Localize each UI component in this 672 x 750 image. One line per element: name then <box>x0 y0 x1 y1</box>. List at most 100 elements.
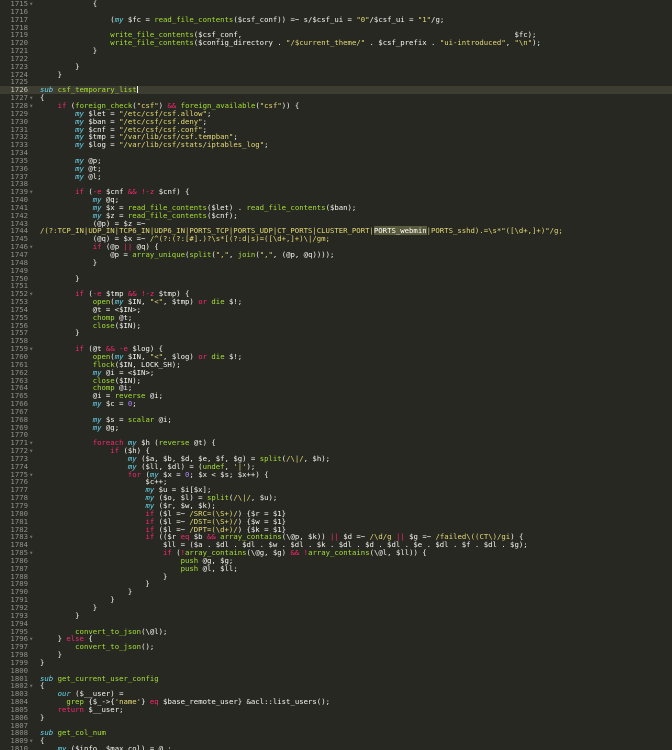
code-line[interactable] <box>40 149 672 157</box>
fold-arrow-icon[interactable]: ▾ <box>29 549 33 557</box>
code-token: ($csf_conf)) =~ s/$csf_ui = <box>233 14 357 24</box>
code-line[interactable]: } <box>40 588 672 596</box>
code-token: } <box>40 69 62 79</box>
code-line[interactable]: } <box>40 258 672 267</box>
code-token: split <box>189 250 212 259</box>
code-line[interactable]: { <box>40 0 672 8</box>
code-token: && <box>127 187 137 197</box>
fold-arrow-icon[interactable]: ▾ <box>29 290 33 298</box>
code-token: or <box>198 297 207 307</box>
code-line[interactable]: } <box>40 580 672 588</box>
code-line[interactable]: my $s = scalar @i; <box>40 414 672 424</box>
code-token: ($ban); <box>325 202 357 212</box>
code-line[interactable]: (my $fc = read_file_contents($csf_conf))… <box>40 14 672 24</box>
current-code-line[interactable]: sub csf_temporary_list <box>40 85 672 95</box>
code-line[interactable]: write_file_contents($config_directory . … <box>40 39 672 47</box>
code-token: @i; <box>145 391 164 401</box>
code-token: ($cnf); <box>206 210 238 220</box>
code-line[interactable]: sub get_col_num <box>40 729 672 737</box>
code-line[interactable]: return $__user; <box>40 706 672 714</box>
code-line[interactable]: convert_to_json(\@l); <box>40 627 672 636</box>
code-token: push <box>180 563 199 573</box>
fold-arrow-icon[interactable]: ▾ <box>29 447 33 455</box>
code-line[interactable]: my @l; <box>40 172 672 181</box>
code-line[interactable] <box>40 55 672 63</box>
code-token: $base_remote_user} &acl::list_users(); <box>158 697 330 707</box>
code-line[interactable]: close($IN); <box>40 320 672 330</box>
code-line[interactable]: @p = array_unique(split(",", join(",", (… <box>40 251 672 259</box>
code-line[interactable]: my $log = "/var/lib/csf/stats/iptables_l… <box>40 141 672 149</box>
code-line[interactable]: my @t; <box>40 164 672 173</box>
code-line[interactable]: } <box>40 611 672 620</box>
code-token: @t) { <box>189 438 216 448</box>
code-line[interactable]: my @p; <box>40 156 672 165</box>
fold-arrow-icon[interactable]: ▾ <box>29 470 33 479</box>
code-token: read_file_contents <box>246 202 326 212</box>
code-area[interactable]: { (my $fc = read_file_contents($csf_conf… <box>40 0 672 750</box>
code-line[interactable]: } <box>40 712 672 722</box>
line-number-text: 1810 <box>10 744 28 750</box>
code-token: write_file_contents <box>110 38 194 48</box>
line-number: 1810 <box>0 745 40 750</box>
code-line[interactable]: } <box>40 604 672 612</box>
code-line[interactable]: } <box>40 329 672 337</box>
code-token: !-z <box>141 187 155 197</box>
code-editor[interactable]: 1715 ▾ 1716 1717 1718 1719 1720 1721 1722 1723 172… <box>0 0 672 750</box>
fold-arrow-icon[interactable]: ▾ <box>29 345 33 353</box>
code-line[interactable]: { <box>40 682 672 690</box>
code-line[interactable]: @t = <$IN>; <box>40 305 672 314</box>
code-token: $!; <box>224 297 243 307</box>
code-line[interactable]: } <box>40 274 672 283</box>
code-token: /g; <box>431 14 445 24</box>
fold-arrow-icon[interactable]: ▾ <box>29 533 33 541</box>
code-line[interactable]: my $c = 0; <box>40 400 672 408</box>
fold-arrow-icon[interactable]: ▾ <box>29 0 33 8</box>
code-line[interactable]: } <box>40 69 672 79</box>
code-token: "<" <box>149 297 164 307</box>
fold-arrow-icon[interactable]: ▾ <box>29 737 33 745</box>
fold-arrow-icon[interactable]: ▾ <box>29 243 33 251</box>
code-token: (); <box>141 642 155 652</box>
code-token: return <box>57 704 84 714</box>
code-token: convert_to_json <box>75 642 142 652</box>
code-token: ($IN); <box>114 320 142 330</box>
code-token: /\|/ <box>286 453 304 463</box>
code-token: @i; <box>154 414 172 424</box>
code-token: } <box>40 328 80 338</box>
code-line[interactable]: sub get_current_user_config <box>40 674 672 683</box>
code-line[interactable]: my @g; <box>40 423 672 432</box>
fold-arrow-icon[interactable]: ▾ <box>29 635 33 643</box>
code-token: $!; <box>224 351 243 361</box>
code-line[interactable]: } <box>40 62 672 71</box>
code-line[interactable]: if (-e $cnf && !-z $cnf) { <box>40 188 672 196</box>
code-line[interactable] <box>40 267 672 275</box>
code-token: /^(?:(?:[#].)?\s*[(?:d|s)=([\d+,]+)\|/gm… <box>149 234 330 244</box>
code-token: array_unique <box>132 250 185 259</box>
code-line[interactable] <box>40 722 672 730</box>
code-line[interactable]: my ($info, $max_col) = @_; <box>40 745 672 750</box>
fold-arrow-icon[interactable]: ▾ <box>29 102 33 110</box>
code-line[interactable]: } <box>40 651 672 659</box>
code-token: $__user; <box>83 704 124 714</box>
code-line[interactable]: close($IN); <box>40 376 672 385</box>
code-token: ; <box>206 108 212 118</box>
code-line[interactable]: } <box>40 596 672 604</box>
code-token: /\|/ <box>233 493 251 503</box>
code-token: "ui-introduced" <box>439 38 506 48</box>
code-token: } <box>141 697 150 707</box>
code-line[interactable]: grep {$_->{'name'} eq $base_remote_user}… <box>40 698 672 706</box>
fold-arrow-icon[interactable]: ▾ <box>29 682 33 690</box>
fold-arrow-icon[interactable]: ▾ <box>29 188 33 196</box>
code-token: die <box>211 351 225 361</box>
code-token: my <box>92 399 102 409</box>
code-line[interactable]: } <box>40 658 672 667</box>
code-token: ; $x < $s; $x++) { <box>189 469 269 479</box>
code-line[interactable]: convert_to_json(); <box>40 643 672 651</box>
code-token: $log = <box>83 140 120 150</box>
code-token: csf_temporary_list <box>57 85 137 95</box>
code-token: } <box>40 712 45 722</box>
code-line[interactable]: } <box>40 47 672 55</box>
